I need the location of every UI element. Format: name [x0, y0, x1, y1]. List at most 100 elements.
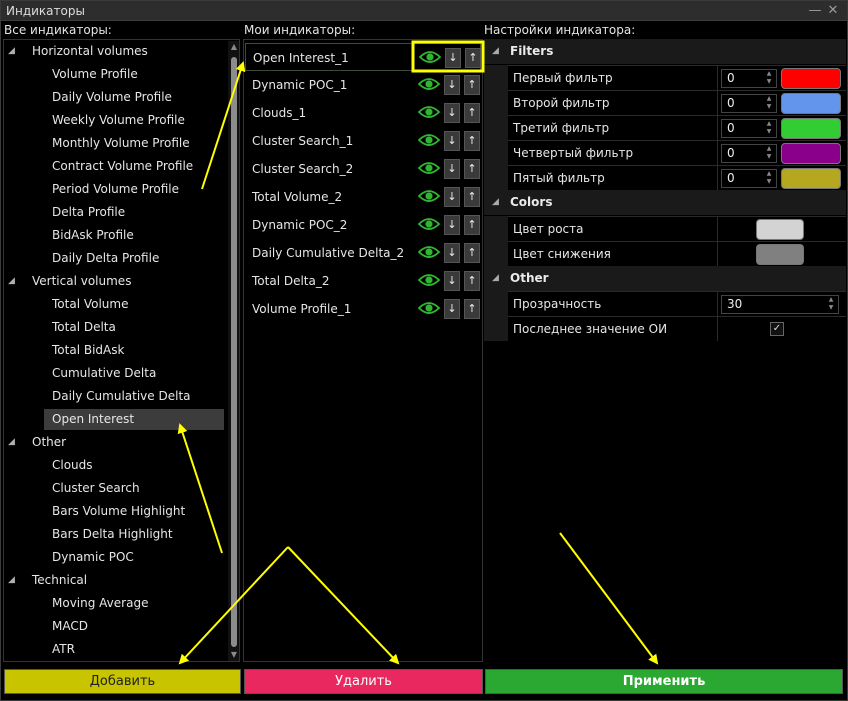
spin-arrows-icon[interactable]: ▲ ▼ [764, 120, 774, 137]
move-down-button[interactable]: ↓ [444, 243, 460, 263]
move-up-button[interactable]: ↑ [464, 243, 480, 263]
spin-arrows-icon[interactable]: ▲ ▼ [764, 170, 774, 187]
tree-item-label: MACD [52, 619, 88, 633]
tree-item-label: Dynamic POC [52, 550, 134, 564]
filter-value-input[interactable]: 0 ▲ ▼ [721, 94, 777, 113]
filter-row: Пятый фильтр 0 ▲ ▼ [484, 165, 846, 190]
move-up-button[interactable]: ↑ [464, 271, 480, 291]
move-up-button[interactable]: ↑ [464, 187, 480, 207]
expand-caret-icon[interactable]: ◢ [8, 41, 20, 62]
my-indicator-item[interactable]: Volume Profile_1 ↓ ↑ [245, 295, 481, 323]
my-indicator-item[interactable]: Clouds_1 ↓ ↑ [245, 99, 481, 127]
move-down-button[interactable]: ↓ [444, 215, 460, 235]
tree-group-label: Horizontal volumes [32, 44, 148, 58]
collapse-caret-icon[interactable]: ◢ [492, 273, 499, 283]
filter-value-input[interactable]: 0 ▲ ▼ [721, 169, 777, 188]
spin-arrows-icon[interactable]: ▲ ▼ [764, 95, 774, 112]
tree-item-label: Daily Volume Profile [52, 90, 172, 104]
move-down-button[interactable]: ↓ [444, 75, 460, 95]
filter-label: Четвертый фильтр [508, 140, 718, 165]
tree-item-label: Period Volume Profile [52, 182, 179, 196]
filter-label: Второй фильтр [508, 90, 718, 115]
expand-caret-icon[interactable]: ◢ [8, 432, 20, 453]
move-up-button[interactable]: ↑ [464, 299, 480, 319]
collapse-caret-icon[interactable]: ◢ [492, 46, 499, 56]
filter-color-swatch[interactable] [781, 143, 841, 164]
spin-arrows-icon[interactable]: ▲ ▼ [764, 145, 774, 162]
move-up-button[interactable]: ↑ [464, 159, 480, 179]
eye-icon[interactable] [418, 244, 440, 260]
scroll-down-arrow-icon[interactable]: ▼ [228, 649, 239, 661]
scroll-up-arrow-icon[interactable]: ▲ [228, 41, 239, 53]
expand-caret-icon[interactable]: ◢ [8, 570, 20, 591]
eye-icon[interactable] [418, 272, 440, 288]
tree-item[interactable]: Open Interest [44, 409, 224, 430]
color-row: Цвет снижения [484, 241, 846, 266]
filter-color-swatch[interactable] [781, 118, 841, 139]
move-up-button[interactable]: ↑ [464, 103, 480, 123]
expand-caret-icon[interactable]: ◢ [8, 271, 20, 292]
add-button[interactable]: Добавить [4, 669, 241, 694]
my-indicator-item[interactable]: Total Volume_2 ↓ ↑ [245, 183, 481, 211]
filter-color-swatch[interactable] [781, 93, 841, 114]
move-down-button[interactable]: ↓ [444, 159, 460, 179]
move-up-button[interactable]: ↑ [465, 48, 481, 68]
my-indicator-item[interactable]: Dynamic POC_1 ↓ ↑ [245, 71, 481, 99]
title-bar: Индикаторы — ✕ [1, 1, 847, 21]
my-indicator-label: Daily Cumulative Delta_2 [252, 246, 405, 260]
scroll-thumb[interactable] [231, 57, 237, 647]
section-colors[interactable]: ◢ Colors [484, 190, 846, 215]
eye-icon[interactable] [418, 132, 440, 148]
filter-color-swatch[interactable] [781, 168, 841, 189]
transparency-input[interactable]: 30 ▲ ▼ [721, 295, 839, 314]
move-down-button[interactable]: ↓ [444, 271, 460, 291]
move-up-button[interactable]: ↑ [464, 215, 480, 235]
move-down-button[interactable]: ↓ [444, 103, 460, 123]
move-down-button[interactable]: ↓ [444, 131, 460, 151]
eye-icon[interactable] [419, 49, 441, 65]
move-down-button[interactable]: ↓ [444, 187, 460, 207]
collapse-caret-icon[interactable]: ◢ [492, 197, 499, 207]
apply-button[interactable]: Применить [485, 669, 843, 694]
minimize-button[interactable]: — [807, 2, 823, 19]
color-swatch[interactable] [756, 219, 804, 240]
move-down-button[interactable]: ↓ [444, 299, 460, 319]
color-swatch[interactable] [756, 244, 804, 265]
my-indicator-item[interactable]: Daily Cumulative Delta_2 ↓ ↑ [245, 239, 481, 267]
filter-row: Четвертый фильтр 0 ▲ ▼ [484, 140, 846, 165]
eye-icon[interactable] [418, 104, 440, 120]
my-indicator-label: Cluster Search_2 [252, 162, 354, 176]
move-down-button[interactable]: ↓ [445, 48, 461, 68]
filter-label: Первый фильтр [508, 65, 718, 90]
filter-value-input[interactable]: 0 ▲ ▼ [721, 144, 777, 163]
tree-scrollbar[interactable]: ▲ ▼ [228, 41, 239, 661]
spin-arrows-icon[interactable]: ▲ ▼ [826, 296, 836, 313]
spin-arrows-icon[interactable]: ▲ ▼ [764, 70, 774, 87]
my-indicator-item[interactable]: Dynamic POC_2 ↓ ↑ [245, 211, 481, 239]
eye-icon[interactable] [418, 76, 440, 92]
section-filters[interactable]: ◢ Filters [484, 39, 846, 64]
move-up-button[interactable]: ↑ [464, 131, 480, 151]
my-indicator-item[interactable]: Total Delta_2 ↓ ↑ [245, 267, 481, 295]
my-indicator-item[interactable]: Cluster Search_2 ↓ ↑ [245, 155, 481, 183]
move-up-button[interactable]: ↑ [464, 75, 480, 95]
tree-item-label: Monthly Volume Profile [52, 136, 190, 150]
delete-button[interactable]: Удалить [244, 669, 483, 694]
eye-icon[interactable] [418, 160, 440, 176]
filter-value-input[interactable]: 0 ▲ ▼ [721, 119, 777, 138]
eye-icon[interactable] [418, 216, 440, 232]
tree-item-label: Cumulative Delta [52, 366, 157, 380]
close-button[interactable]: ✕ [825, 2, 841, 19]
eye-icon[interactable] [418, 188, 440, 204]
tree-item-label: Total Volume [52, 297, 129, 311]
my-indicator-item[interactable]: Open Interest_1 ↓ ↑ [245, 43, 481, 71]
indicator-settings-header: Настройки индикатора: [484, 23, 636, 37]
section-other[interactable]: ◢ Other [484, 266, 846, 291]
filter-value-input[interactable]: 0 ▲ ▼ [721, 69, 777, 88]
filter-label: Третий фильтр [508, 115, 718, 140]
filter-color-swatch[interactable] [781, 68, 841, 89]
last-oi-checkbox[interactable]: ✓ [770, 322, 784, 336]
tree-item-label: Delta Profile [52, 205, 126, 219]
my-indicator-item[interactable]: Cluster Search_1 ↓ ↑ [245, 127, 481, 155]
eye-icon[interactable] [418, 300, 440, 316]
